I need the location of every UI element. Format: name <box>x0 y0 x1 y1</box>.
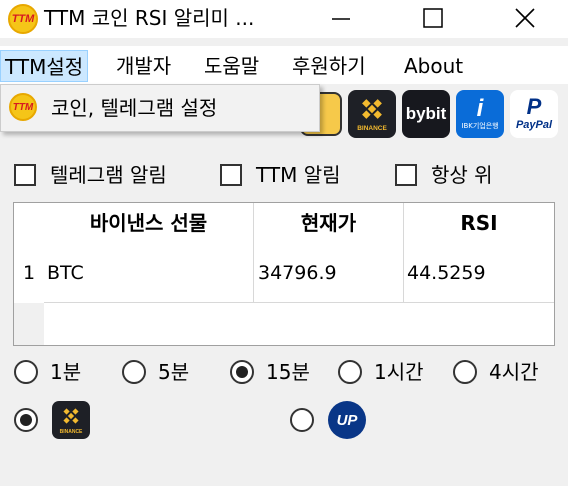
svg-text:BINANCE: BINANCE <box>357 125 387 132</box>
menu-help[interactable]: 도움말 <box>200 50 263 82</box>
radio-selected-dot <box>236 366 248 378</box>
maximize-icon <box>423 8 443 28</box>
timeframe-4h-radio[interactable] <box>453 360 477 384</box>
cell-symbol[interactable]: BTC <box>44 243 254 303</box>
ttm-logo-icon: TTM <box>9 93 37 121</box>
timeframe-1m-radio[interactable] <box>14 360 38 384</box>
cell-rsi[interactable]: 44.5259 <box>404 243 554 303</box>
timeframe-5m-label: 5분 <box>158 360 190 384</box>
always-on-top-checkbox[interactable] <box>395 164 417 186</box>
ttm-logo-icon: TTM <box>8 4 38 34</box>
ttm-alert-checkbox[interactable] <box>220 164 242 186</box>
maximize-button[interactable] <box>410 0 456 36</box>
menu-about[interactable]: About <box>400 50 467 82</box>
always-on-top-label: 항상 위 <box>431 163 493 187</box>
telegram-alert-checkbox[interactable] <box>14 164 36 186</box>
window-title: TTM 코인 RSI 알리미 ... <box>44 6 255 30</box>
ttm-settings-dropdown: TTM 코인, 텔레그램 설정 <box>0 84 320 132</box>
cell-price[interactable]: 34796.9 <box>254 243 404 303</box>
timeframe-4h-label: 4시간 <box>489 360 539 384</box>
minimize-button[interactable] <box>318 0 364 36</box>
timeframe-1h-label: 1시간 <box>374 360 424 384</box>
radio-selected-dot <box>20 414 32 426</box>
timeframe-1h-radio[interactable] <box>338 360 362 384</box>
column-header-price[interactable]: 현재가 <box>254 203 404 243</box>
dropdown-item-label: 코인, 텔레그램 설정 <box>51 96 218 120</box>
telegram-alert-label: 텔레그램 알림 <box>50 163 167 187</box>
timeframe-15m-radio[interactable] <box>230 360 254 384</box>
menu-ttm-settings[interactable]: TTM설정 <box>0 50 89 82</box>
row-header-corner <box>14 203 44 243</box>
row-header-empty <box>14 303 44 345</box>
minimize-icon <box>332 18 350 20</box>
column-header-rsi[interactable]: RSI <box>404 203 554 243</box>
dropdown-item-coin-telegram-settings[interactable]: TTM 코인, 텔레그램 설정 <box>5 90 313 126</box>
paypal-icon[interactable]: P PayPal <box>510 90 558 138</box>
timeframe-5m-radio[interactable] <box>122 360 146 384</box>
exchange-binance-radio[interactable] <box>14 408 38 432</box>
ibk-icon[interactable]: i IBK기업은행 <box>456 90 504 138</box>
bybit-icon[interactable]: bybit <box>402 90 450 138</box>
timeframe-1m-label: 1분 <box>50 360 82 384</box>
binance-icon[interactable]: BINANCE <box>348 90 396 138</box>
menu-developer[interactable]: 개발자 <box>112 50 175 82</box>
menu-bar: TTM설정 개발자 도움말 후원하기 About <box>0 46 568 84</box>
row-index: 1 <box>22 262 36 284</box>
close-button[interactable] <box>502 0 548 36</box>
binance-small-icon: BINANCE <box>52 401 90 439</box>
menu-donate[interactable]: 후원하기 <box>288 50 370 82</box>
ttm-alert-label: TTM 알림 <box>256 163 341 187</box>
timeframe-15m-label: 15분 <box>266 360 310 384</box>
svg-text:BINANCE: BINANCE <box>60 429 83 435</box>
close-icon <box>515 8 535 28</box>
exchange-upbit-radio[interactable] <box>290 408 314 432</box>
upbit-icon: UP <box>328 401 366 439</box>
title-bar: TTM TTM 코인 RSI 알리미 ... <box>0 0 568 38</box>
rsi-table[interactable]: 바이낸스 선물 현재가 RSI 1 BTC 34796.9 44.5259 <box>13 202 555 346</box>
column-header-symbol[interactable]: 바이낸스 선물 <box>44 203 254 243</box>
